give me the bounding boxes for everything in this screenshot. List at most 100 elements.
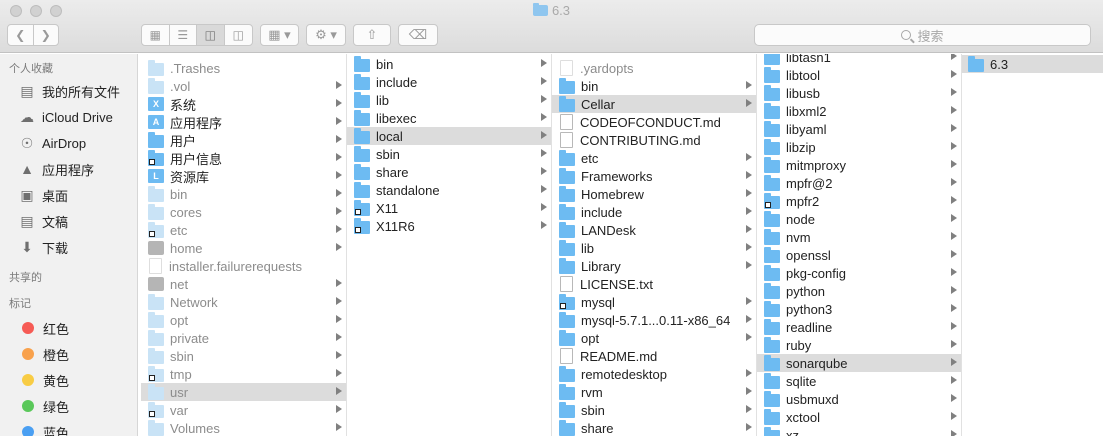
sidebar-item-icloud[interactable]: ☁ iCloud Drive: [0, 104, 137, 130]
list-item[interactable]: mysql-5.7.1...0.11-x86_64: [552, 311, 756, 329]
list-item[interactable]: bin: [347, 55, 551, 73]
list-item[interactable]: readline: [757, 318, 961, 336]
forward-button[interactable]: ❯: [34, 25, 59, 45]
list-item[interactable]: var: [141, 401, 346, 419]
search-field[interactable]: 搜索: [754, 24, 1091, 46]
tag-label: 橙色: [43, 347, 70, 363]
list-item[interactable]: lib: [552, 239, 756, 257]
list-item[interactable]: home: [141, 239, 346, 257]
share-button[interactable]: ⇧: [353, 24, 391, 46]
list-item[interactable]: Library: [552, 257, 756, 275]
users-folder-icon: [148, 131, 164, 148]
list-item[interactable]: private: [141, 329, 346, 347]
sidebar-tag-orange[interactable]: 橙色: [0, 341, 137, 367]
list-item[interactable]: lib: [347, 91, 551, 109]
list-item-selected[interactable]: local: [347, 127, 551, 145]
list-item[interactable]: Homebrew: [552, 185, 756, 203]
list-item[interactable]: Frameworks: [552, 167, 756, 185]
list-item[interactable]: README.md: [552, 347, 756, 365]
sidebar-item-applications[interactable]: ▲ 应用程序: [0, 156, 137, 182]
sidebar-item-all-files[interactable]: ▤ 我的所有文件: [0, 78, 137, 104]
sidebar-tag-green[interactable]: 绿色: [0, 393, 137, 419]
gallery-view-button[interactable]: ◫: [225, 25, 252, 45]
list-item-selected[interactable]: Cellar: [552, 95, 756, 113]
sidebar-item-documents[interactable]: ▤ 文稿: [0, 208, 137, 234]
list-item[interactable]: .yardopts: [552, 59, 756, 77]
list-item[interactable]: libexec: [347, 109, 551, 127]
list-item[interactable]: include: [552, 203, 756, 221]
list-item[interactable]: etc: [552, 149, 756, 167]
list-item[interactable]: pkg-config: [757, 264, 961, 282]
list-item[interactable]: opt: [552, 329, 756, 347]
sidebar-item-downloads[interactable]: ⬇ 下载: [0, 234, 137, 260]
column-view-button[interactable]: ◫: [197, 25, 225, 45]
tags-button[interactable]: ⌫: [398, 24, 438, 46]
sidebar-item-airdrop[interactable]: ☉ AirDrop: [0, 130, 137, 156]
list-item[interactable]: xz: [757, 426, 961, 436]
list-item[interactable]: 用户: [141, 131, 346, 149]
list-item[interactable]: libusb: [757, 84, 961, 102]
list-item[interactable]: rvm: [552, 383, 756, 401]
list-item[interactable]: etc: [141, 221, 346, 239]
list-item[interactable]: python: [757, 282, 961, 300]
list-item[interactable]: sqlite: [757, 372, 961, 390]
list-item[interactable]: X11R6: [347, 217, 551, 235]
list-item[interactable]: tmp: [141, 365, 346, 383]
back-button[interactable]: ❮: [8, 25, 34, 45]
list-item[interactable]: 用户信息: [141, 149, 346, 167]
list-item[interactable]: CONTRIBUTING.md: [552, 131, 756, 149]
sidebar-item-desktop[interactable]: ▣ 桌面: [0, 182, 137, 208]
list-item-selected[interactable]: usr: [141, 383, 346, 401]
list-item[interactable]: mysql: [552, 293, 756, 311]
list-item[interactable]: X11: [347, 199, 551, 217]
list-item[interactable]: libyaml: [757, 120, 961, 138]
list-item[interactable]: bin: [141, 185, 346, 203]
list-item[interactable]: L 资源库: [141, 167, 346, 185]
list-item[interactable]: X 系统: [141, 95, 346, 113]
arrange-button[interactable]: ▦ ▾: [260, 24, 299, 46]
list-item[interactable]: remotedesktop: [552, 365, 756, 383]
list-item[interactable]: xctool: [757, 408, 961, 426]
list-item[interactable]: libxml2: [757, 102, 961, 120]
action-gear-button[interactable]: ⚙ ▾: [306, 24, 346, 46]
list-item[interactable]: LICENSE.txt: [552, 275, 756, 293]
list-item[interactable]: Volumes: [141, 419, 346, 436]
list-item[interactable]: openssl: [757, 246, 961, 264]
list-item[interactable]: .vol: [141, 77, 346, 95]
list-item[interactable]: sbin: [347, 145, 551, 163]
list-item[interactable]: libtasn1: [757, 54, 961, 66]
list-item[interactable]: include: [347, 73, 551, 91]
list-item[interactable]: installer.failurerequests: [141, 257, 346, 275]
list-item[interactable]: net: [141, 275, 346, 293]
list-item[interactable]: nvm: [757, 228, 961, 246]
sidebar-tag-red[interactable]: 红色: [0, 315, 137, 341]
sidebar-tag-blue[interactable]: 蓝色: [0, 419, 137, 436]
list-item[interactable]: opt: [141, 311, 346, 329]
list-item[interactable]: usbmuxd: [757, 390, 961, 408]
list-item[interactable]: cores: [141, 203, 346, 221]
list-item[interactable]: LANDesk: [552, 221, 756, 239]
list-item-selected[interactable]: 6.3: [962, 55, 1103, 73]
list-item[interactable]: ruby: [757, 336, 961, 354]
list-item[interactable]: node: [757, 210, 961, 228]
list-item[interactable]: libzip: [757, 138, 961, 156]
icon-view-button[interactable]: ▦: [142, 25, 170, 45]
list-item[interactable]: A 应用程序: [141, 113, 346, 131]
list-item[interactable]: mitmproxy: [757, 156, 961, 174]
list-item-selected[interactable]: sonarqube: [757, 354, 961, 372]
list-item[interactable]: share: [552, 419, 756, 436]
list-item[interactable]: libtool: [757, 66, 961, 84]
list-item[interactable]: Network: [141, 293, 346, 311]
list-item[interactable]: share: [347, 163, 551, 181]
sidebar-tag-yellow[interactable]: 黄色: [0, 367, 137, 393]
list-item[interactable]: mpfr2: [757, 192, 961, 210]
list-item[interactable]: standalone: [347, 181, 551, 199]
list-item[interactable]: sbin: [552, 401, 756, 419]
list-item[interactable]: python3: [757, 300, 961, 318]
list-item[interactable]: CODEOFCONDUCT.md: [552, 113, 756, 131]
list-item[interactable]: mpfr@2: [757, 174, 961, 192]
list-item[interactable]: bin: [552, 77, 756, 95]
list-item[interactable]: .Trashes: [141, 59, 346, 77]
list-view-button[interactable]: ☰: [170, 25, 197, 45]
list-item[interactable]: sbin: [141, 347, 346, 365]
